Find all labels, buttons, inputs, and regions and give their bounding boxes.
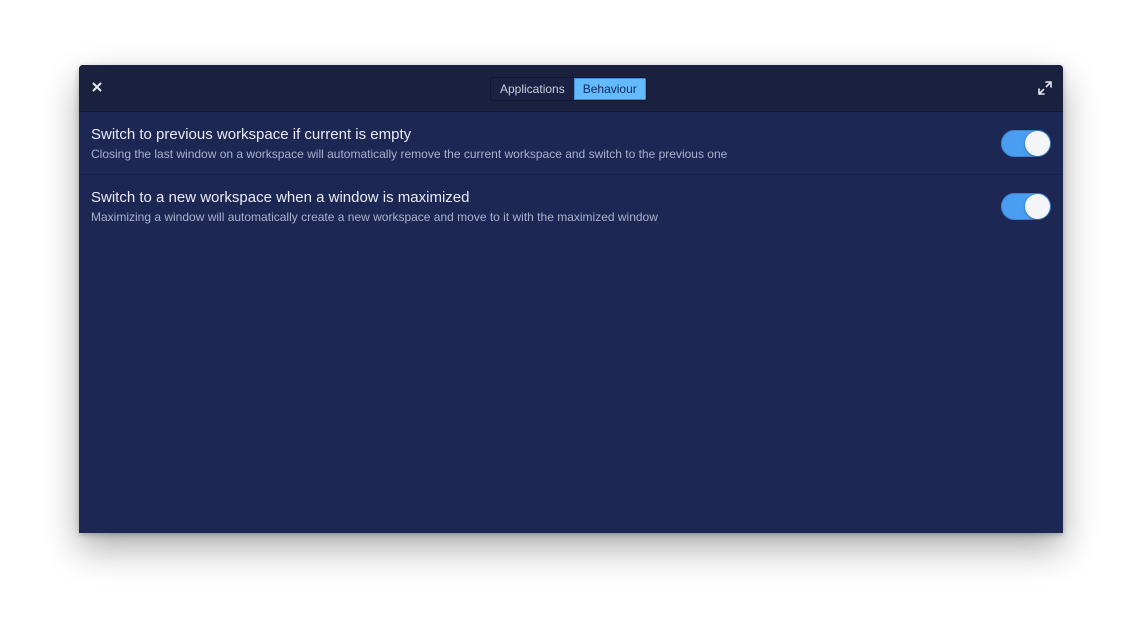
setting-title: Switch to previous workspace if current … (91, 126, 412, 143)
setting-row-previous-workspace: Switch to previous workspace if current … (79, 112, 1063, 175)
toggle-knob (1025, 194, 1050, 219)
titlebar: Applications Behaviour (79, 65, 1063, 112)
tab-behaviour[interactable]: Behaviour (573, 78, 646, 100)
view-switcher: Applications Behaviour (490, 77, 647, 101)
toggle-knob (1025, 131, 1050, 156)
tab-applications[interactable]: Applications (491, 78, 574, 100)
setting-title: Switch to a new workspace when a window … (91, 189, 470, 206)
setting-description: Maximizing a window will automatically c… (91, 210, 658, 224)
setting-row-maximize-workspace: Switch to a new workspace when a window … (79, 175, 1063, 237)
maximize-icon[interactable] (1038, 81, 1052, 95)
setting-description: Closing the last window on a workspace w… (91, 147, 728, 161)
maximize-workspace-toggle[interactable] (1001, 193, 1051, 220)
previous-workspace-toggle[interactable] (1001, 130, 1051, 157)
close-icon[interactable] (89, 79, 105, 95)
settings-window: Applications Behaviour Switch to previou… (79, 65, 1063, 533)
